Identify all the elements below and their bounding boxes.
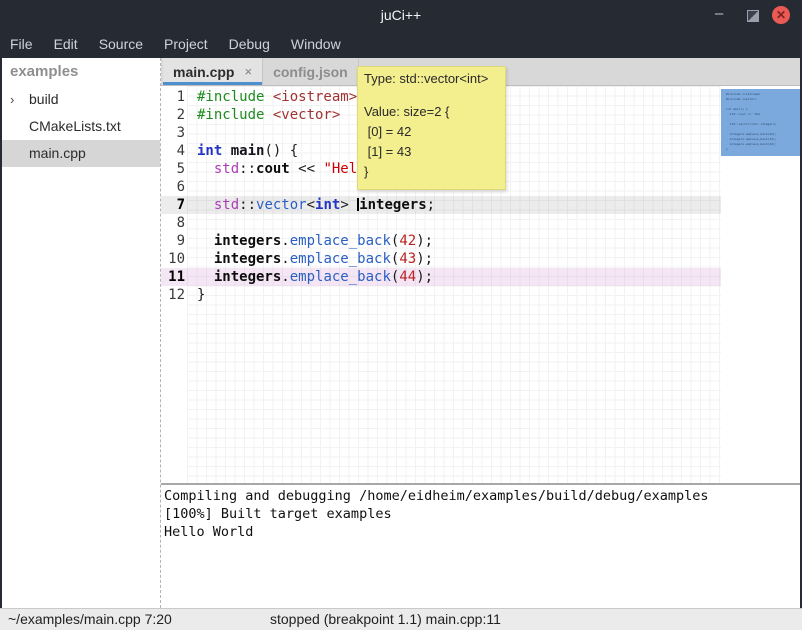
line-number: 10 <box>161 250 192 268</box>
code-text: integers.emplace_back(42); <box>192 232 433 250</box>
code-text <box>192 214 197 232</box>
minimap[interactable]: #include <iostream> #include <vector> in… <box>721 86 800 483</box>
tooltip-value-text: Value: size=2 { [0] = 42 [1] = 43 } <box>364 102 499 182</box>
code-text: #include <iostream> <box>192 88 357 106</box>
menu-bar: File Edit Source Project Debug Window <box>0 30 802 58</box>
file-tree-sidebar: examples › build CMakeLists.txt main.cpp <box>2 58 160 608</box>
tree-item-build[interactable]: › build <box>2 86 160 113</box>
line-number: 2 <box>161 106 192 124</box>
tab-label: config.json <box>273 59 348 85</box>
project-name-header: examples <box>2 58 160 86</box>
line-number: 12 <box>161 286 192 304</box>
status-bar: ~/examples/main.cpp 7:20 stopped (breakp… <box>0 608 802 630</box>
app-window: juCi++ – ✕ File Edit Source Project Debug Win… <box>0 0 802 630</box>
code-text: integers.emplace_back(43); <box>192 250 433 268</box>
chevron-right-icon[interactable]: › <box>10 86 24 113</box>
menu-item-debug[interactable]: Debug <box>229 30 281 58</box>
code-line[interactable]: 8 <box>161 214 721 232</box>
code-text: } <box>192 286 205 304</box>
tooltip-type-line: Type: std::vector<int> <box>364 70 499 87</box>
line-number: 8 <box>161 214 192 232</box>
restore-icon[interactable] <box>747 10 759 22</box>
tree-item-label: main.cpp <box>29 145 86 161</box>
output-text: Compiling and debugging /home/eidheim/ex… <box>164 487 800 541</box>
code-text <box>192 178 197 196</box>
menu-item-file[interactable]: File <box>10 30 44 58</box>
code-line[interactable]: 12} <box>161 286 721 304</box>
line-number: 9 <box>161 232 192 250</box>
line-number: 5 <box>161 160 192 178</box>
line-number: 11 <box>161 268 192 286</box>
line-number: 3 <box>161 124 192 142</box>
tab-config-json[interactable]: config.json <box>263 58 359 85</box>
code-text <box>192 124 197 142</box>
menu-item-window[interactable]: Window <box>291 30 352 58</box>
menu-item-edit[interactable]: Edit <box>54 30 89 58</box>
tree-item-main-cpp[interactable]: main.cpp <box>2 140 160 167</box>
line-number: 1 <box>161 88 192 106</box>
line-number: 6 <box>161 178 192 196</box>
tab-main-cpp[interactable]: main.cpp × <box>163 58 263 85</box>
minimize-button[interactable]: – <box>710 6 728 24</box>
tab-label: main.cpp <box>173 59 234 85</box>
code-text: #include <vector> <box>192 106 340 124</box>
minimap-code: #include <iostream> #include <vector> in… <box>726 92 800 152</box>
tree-item-cmakelists-txt[interactable]: CMakeLists.txt <box>2 113 160 140</box>
window-title: juCi++ <box>0 0 802 30</box>
code-text: integers.emplace_back(44); <box>192 268 433 286</box>
line-number: 7 <box>161 196 192 214</box>
status-debug-state: stopped (breakpoint 1.1) main.cpp:11 <box>270 609 501 630</box>
status-file-position: ~/examples/main.cpp 7:20 <box>8 609 172 630</box>
code-text: int main() { <box>192 142 298 160</box>
title-bar: juCi++ – ✕ <box>0 0 802 30</box>
minimap-viewport[interactable]: #include <iostream> #include <vector> in… <box>721 89 800 156</box>
code-text: std::vector<int> integers; <box>192 196 435 214</box>
code-line[interactable]: 9 integers.emplace_back(42); <box>161 232 721 250</box>
code-text: std::cout << "Hel <box>192 160 357 178</box>
code-line[interactable]: 11 integers.emplace_back(44); <box>161 268 721 286</box>
tab-close-icon[interactable]: × <box>244 59 252 85</box>
tree-item-label: CMakeLists.txt <box>29 118 121 134</box>
menu-item-project[interactable]: Project <box>164 30 219 58</box>
menu-item-source[interactable]: Source <box>99 30 154 58</box>
tree-item-label: build <box>29 91 59 107</box>
close-button[interactable]: ✕ <box>772 6 790 24</box>
line-number: 4 <box>161 142 192 160</box>
output-panel[interactable]: Compiling and debugging /home/eidheim/ex… <box>161 483 800 608</box>
debug-value-tooltip: Type: std::vector<int> Value: size=2 { [… <box>357 66 506 190</box>
code-line[interactable]: 7 std::vector<int> integers; <box>161 196 721 214</box>
code-line[interactable]: 10 integers.emplace_back(43); <box>161 250 721 268</box>
